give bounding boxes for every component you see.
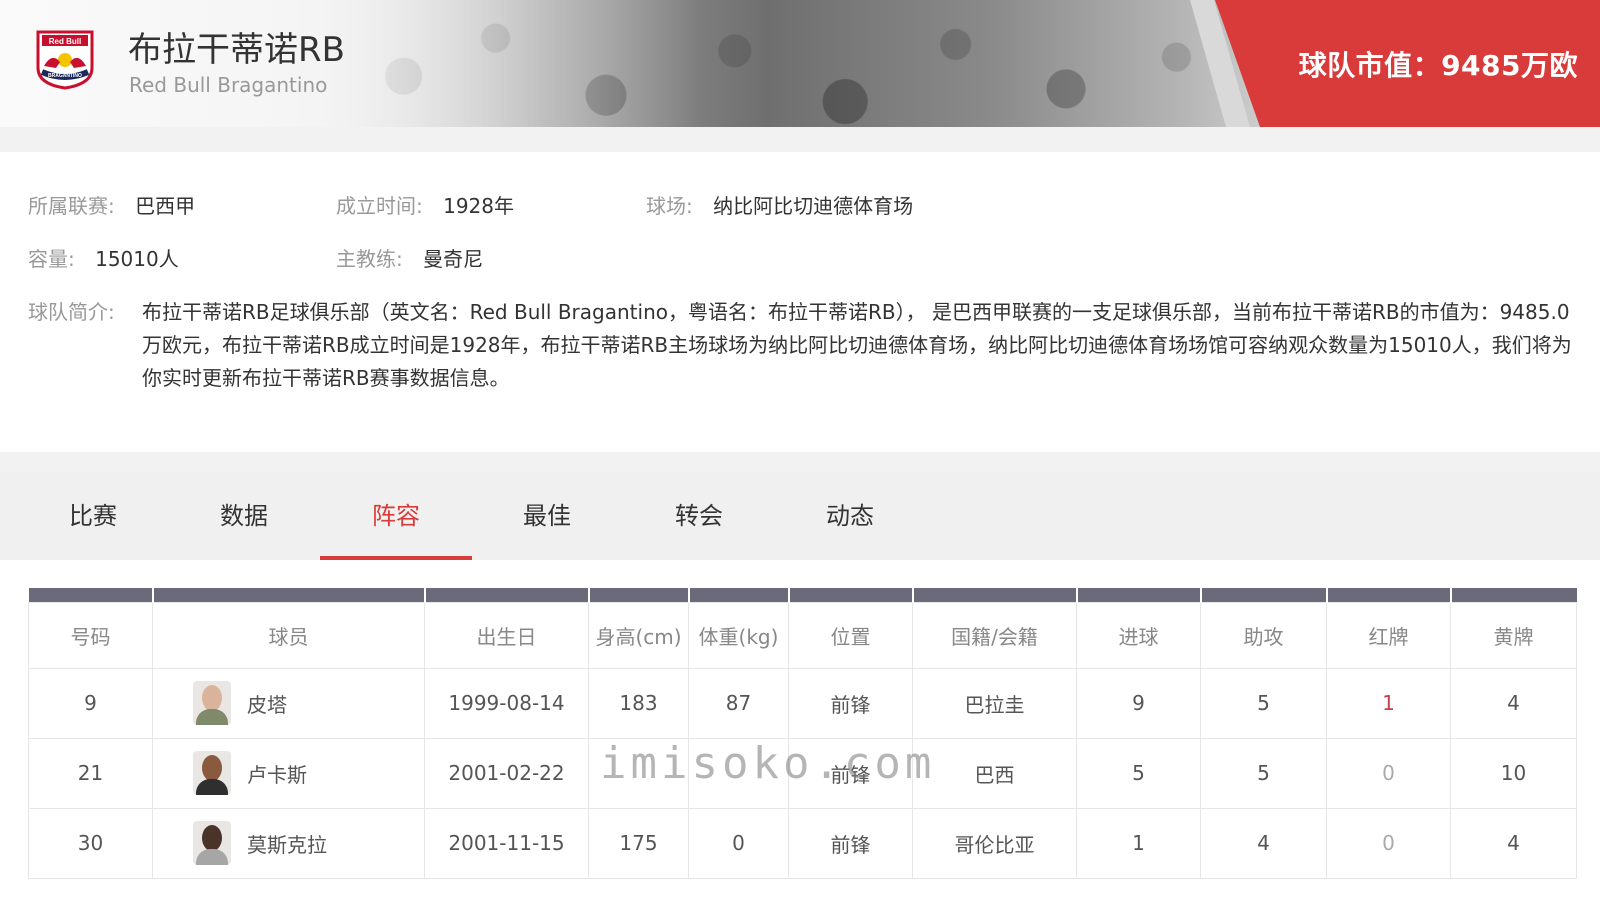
player-number: 30 xyxy=(28,807,153,879)
col-weight: 体重(kg) xyxy=(688,601,789,669)
squad-table-section: 号码 球员 出生日 身高(cm) 体重(kg) 位置 国籍/会籍 进球 助攻 红… xyxy=(0,560,1600,900)
player-nationality: 哥伦比亚 xyxy=(912,807,1077,879)
intro-label: 球队简介: xyxy=(28,300,115,324)
capacity-label: 容量: xyxy=(28,247,75,271)
col-height: 身高(cm) xyxy=(588,601,689,669)
player-avatar[interactable] xyxy=(193,681,231,725)
player-avatar[interactable] xyxy=(193,751,231,795)
squad-table: 号码 球员 出生日 身高(cm) 体重(kg) 位置 国籍/会籍 进球 助攻 红… xyxy=(28,588,1577,879)
stadium-value: 纳比阿比切迪德体育场 xyxy=(713,194,914,218)
table-header-row: 号码 球员 出生日 身高(cm) 体重(kg) 位置 国籍/会籍 进球 助攻 红… xyxy=(28,601,1577,669)
player-cell[interactable]: 卢卡斯 xyxy=(152,737,425,809)
tab-squad[interactable]: 阵容 xyxy=(320,472,472,560)
player-cell[interactable]: 莫斯克拉 xyxy=(152,807,425,879)
player-name[interactable]: 皮塔 xyxy=(247,689,287,718)
tab-stats[interactable]: 数据 xyxy=(168,472,320,560)
league-label: 所属联赛: xyxy=(28,194,115,218)
table-row[interactable]: 30 莫斯克拉 2001-11-15 175 0 前锋 哥伦比亚 1 4 0 4 xyxy=(28,807,1577,879)
player-number: 9 xyxy=(28,667,153,739)
player-nationality: 巴拉圭 xyxy=(912,667,1077,739)
player-position: 前锋 xyxy=(788,667,913,739)
col-position: 位置 xyxy=(788,601,913,669)
coach-label: 主教练: xyxy=(336,247,403,271)
player-yellow-cards: 4 xyxy=(1450,807,1577,879)
col-nationality: 国籍/会籍 xyxy=(912,601,1077,669)
intro-text: 布拉干蒂诺RB足球俱乐部（英文名：Red Bull Bragantino，粤语名… xyxy=(142,300,1572,390)
player-assists: 4 xyxy=(1200,807,1327,879)
player-assists: 5 xyxy=(1200,667,1327,739)
player-red-cards: 0 xyxy=(1326,737,1451,809)
stadium-info: 球场: 纳比阿比切迪德体育场 xyxy=(646,190,913,219)
svg-text:Red Bull: Red Bull xyxy=(49,37,81,46)
tab-news[interactable]: 动态 xyxy=(774,472,926,560)
player-height: 183 xyxy=(588,667,689,739)
col-assists: 助攻 xyxy=(1200,601,1327,669)
table-header-bar xyxy=(28,588,1577,602)
team-name-english: Red Bull Bragantino xyxy=(129,73,328,97)
player-red-cards: 1 xyxy=(1326,667,1451,739)
market-value: 球队市值：9485万欧 xyxy=(1298,49,1578,82)
player-red-cards: 0 xyxy=(1326,807,1451,879)
capacity-value: 15010人 xyxy=(95,247,179,271)
player-position: 前锋 xyxy=(788,807,913,879)
player-goals: 1 xyxy=(1076,807,1201,879)
coach-info: 主教练: 曼奇尼 xyxy=(336,243,483,272)
team-tabs: 比赛 数据 阵容 最佳 转会 动态 xyxy=(0,472,1600,560)
team-intro: 球队简介: 布拉干蒂诺RB足球俱乐部（英文名：Red Bull Braganti… xyxy=(28,296,1588,395)
player-birth: 1999-08-14 xyxy=(424,667,589,739)
player-goals: 5 xyxy=(1076,737,1201,809)
team-logo: Red Bull BRAGANTINO xyxy=(36,30,94,90)
player-birth: 2001-11-15 xyxy=(424,807,589,879)
player-weight: 87 xyxy=(688,667,789,739)
player-height: 175 xyxy=(588,807,689,879)
col-birth: 出生日 xyxy=(424,601,589,669)
player-birth: 2001-02-22 xyxy=(424,737,589,809)
player-nationality: 巴西 xyxy=(912,737,1077,809)
table-row[interactable]: 21 卢卡斯 2001-02-22 前锋 巴西 5 5 0 10 xyxy=(28,737,1577,809)
player-height xyxy=(588,737,689,809)
table-row[interactable]: 9 皮塔 1999-08-14 183 87 前锋 巴拉圭 9 5 1 4 xyxy=(28,667,1577,739)
player-cell[interactable]: 皮塔 xyxy=(152,667,425,739)
player-position: 前锋 xyxy=(788,737,913,809)
coach-value[interactable]: 曼奇尼 xyxy=(423,247,483,271)
founded-label: 成立时间: xyxy=(336,194,423,218)
player-goals: 9 xyxy=(1076,667,1201,739)
tab-best[interactable]: 最佳 xyxy=(471,472,623,560)
col-goals: 进球 xyxy=(1076,601,1201,669)
capacity-info: 容量: 15010人 xyxy=(28,243,179,272)
league-value[interactable]: 巴西甲 xyxy=(135,194,195,218)
tab-transfers[interactable]: 转会 xyxy=(623,472,775,560)
tab-matches[interactable]: 比赛 xyxy=(17,472,169,560)
player-yellow-cards: 10 xyxy=(1450,737,1577,809)
col-red-cards: 红牌 xyxy=(1326,601,1451,669)
player-number: 21 xyxy=(28,737,153,809)
player-name[interactable]: 卢卡斯 xyxy=(247,759,307,788)
svg-text:BRAGANTINO: BRAGANTINO xyxy=(48,73,82,79)
founded-value: 1928年 xyxy=(443,194,515,218)
stadium-label: 球场: xyxy=(646,194,693,218)
founded-info: 成立时间: 1928年 xyxy=(336,190,514,219)
team-info-card: 所属联赛: 巴西甲 成立时间: 1928年 球场: 纳比阿比切迪德体育场 容量:… xyxy=(0,152,1600,452)
player-weight: 0 xyxy=(688,807,789,879)
team-name: 布拉干蒂诺RB xyxy=(128,30,345,70)
league-info: 所属联赛: 巴西甲 xyxy=(28,190,195,219)
player-name[interactable]: 莫斯克拉 xyxy=(247,829,327,858)
col-number: 号码 xyxy=(28,601,153,669)
player-assists: 5 xyxy=(1200,737,1327,809)
col-player: 球员 xyxy=(152,601,425,669)
player-yellow-cards: 4 xyxy=(1450,667,1577,739)
col-yellow-cards: 黄牌 xyxy=(1450,601,1577,669)
team-header-banner: 球队市值：9485万欧 Red Bull BRAGANTINO 布拉干蒂诺RB … xyxy=(0,0,1600,127)
player-weight xyxy=(688,737,789,809)
player-avatar[interactable] xyxy=(193,821,231,865)
